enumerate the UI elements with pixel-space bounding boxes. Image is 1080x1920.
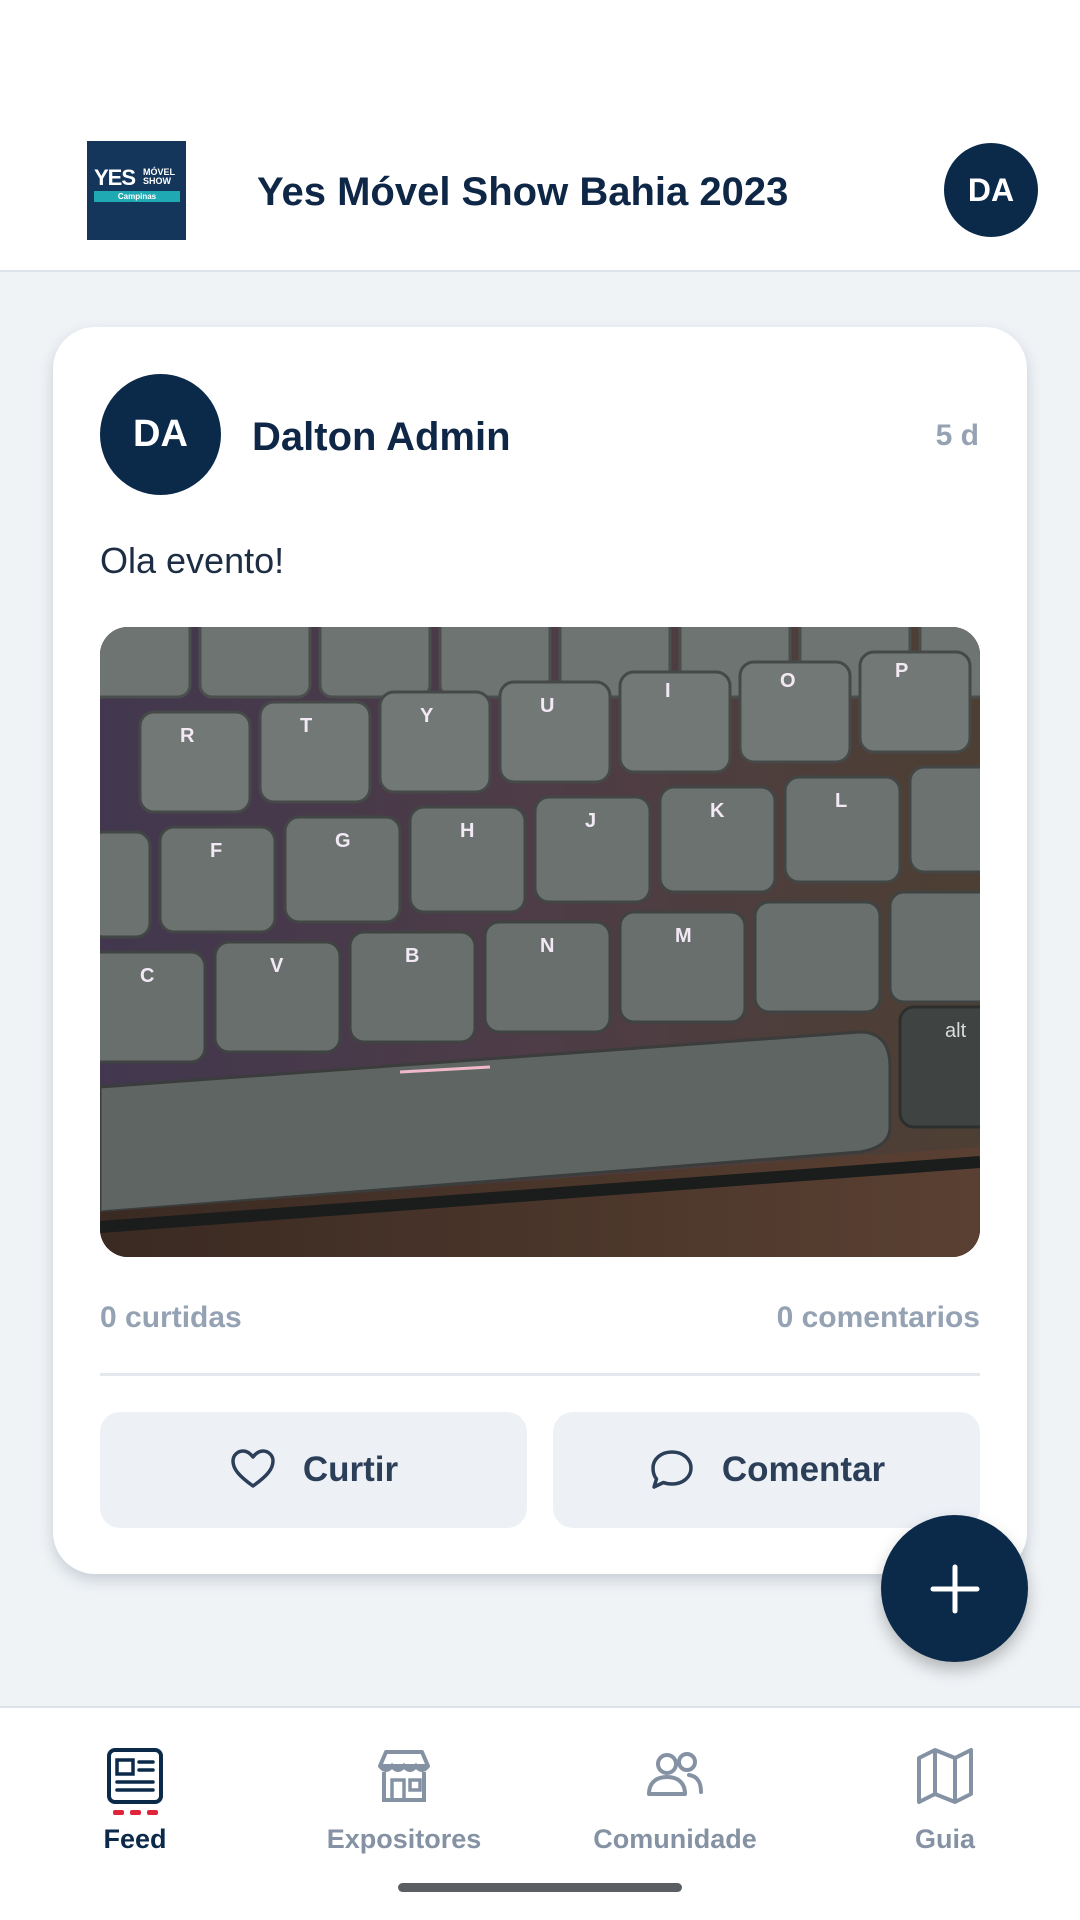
svg-text:B: B — [405, 945, 419, 967]
post-image[interactable]: R T Y U I O P F G H J K L C V B N M alt — [100, 627, 980, 1257]
nav-item-expositores[interactable]: Expositores — [284, 1744, 524, 1855]
post-author-name[interactable]: Dalton Admin — [252, 415, 511, 460]
svg-text:alt: alt — [945, 1020, 967, 1042]
map-icon — [917, 1748, 973, 1804]
active-indicator — [112, 1810, 158, 1815]
svg-text:L: L — [835, 790, 847, 812]
svg-text:I: I — [665, 680, 671, 702]
create-post-button[interactable] — [881, 1515, 1028, 1662]
nav-label-comunidade: Comunidade — [593, 1824, 757, 1854]
comment-button-label: Comentar — [721, 1450, 886, 1489]
comments-count[interactable]: 0 comentarios — [777, 1301, 980, 1335]
post-timestamp: 5 d — [935, 419, 979, 452]
plus-icon — [930, 1564, 979, 1613]
svg-text:R: R — [180, 725, 195, 747]
svg-text:P: P — [895, 660, 908, 682]
event-title: Yes Móvel Show Bahia 2023 — [257, 170, 789, 214]
svg-text:K: K — [710, 800, 725, 822]
svg-text:U: U — [540, 695, 554, 717]
nav-item-guia[interactable]: Guia — [825, 1744, 1065, 1855]
svg-text:H: H — [460, 820, 474, 842]
svg-text:G: G — [335, 830, 351, 852]
heart-icon — [231, 1449, 275, 1488]
people-icon — [647, 1752, 703, 1796]
logo-subtext: MÓVEL SHOW — [143, 167, 176, 186]
home-indicator[interactable] — [398, 1883, 682, 1892]
event-logo[interactable]: YES MÓVEL SHOW Campinas — [87, 141, 186, 240]
svg-text:T: T — [300, 715, 312, 737]
nav-label-guia: Guia — [914, 1824, 975, 1854]
svg-text:O: O — [780, 670, 796, 692]
newspaper-icon — [107, 1748, 163, 1804]
comment-button[interactable]: Comentar — [553, 1412, 980, 1528]
svg-text:J: J — [585, 810, 596, 832]
post-author-avatar[interactable]: DA — [100, 374, 221, 495]
svg-text:Y: Y — [420, 705, 434, 727]
svg-text:N: N — [540, 935, 554, 957]
nav-label-expositores: Expositores — [326, 1824, 482, 1854]
like-button[interactable]: Curtir — [100, 1412, 527, 1528]
like-button-label: Curtir — [302, 1450, 399, 1489]
svg-text:M: M — [675, 925, 692, 947]
nav-item-comunidade[interactable]: Comunidade — [555, 1744, 795, 1855]
logo-city: Campinas — [94, 191, 180, 202]
app-header: YES MÓVEL SHOW Campinas Yes Móvel Show Ba… — [0, 0, 1080, 272]
speech-bubble-icon — [651, 1450, 693, 1489]
svg-text:C: C — [140, 965, 154, 987]
svg-text:V: V — [270, 955, 284, 977]
post-text: Ola evento! — [100, 540, 285, 581]
nav-item-feed[interactable]: Feed — [15, 1744, 255, 1855]
store-icon — [378, 1750, 430, 1802]
nav-label-feed: Feed — [103, 1824, 167, 1854]
post-card: DA Dalton Admin 5 d Ola evento! R T Y U … — [53, 327, 1027, 1574]
logo-text: YES — [94, 165, 136, 190]
keyboard-photo-illustration: R T Y U I O P F G H J K L C V B N M alt — [100, 627, 980, 1257]
divider — [100, 1373, 980, 1376]
likes-count[interactable]: 0 curtidas — [100, 1301, 242, 1335]
screen: YES MÓVEL SHOW Campinas Yes Móvel Show Ba… — [0, 0, 1080, 1920]
svg-text:F: F — [210, 840, 222, 862]
profile-avatar[interactable]: DA — [944, 143, 1038, 237]
